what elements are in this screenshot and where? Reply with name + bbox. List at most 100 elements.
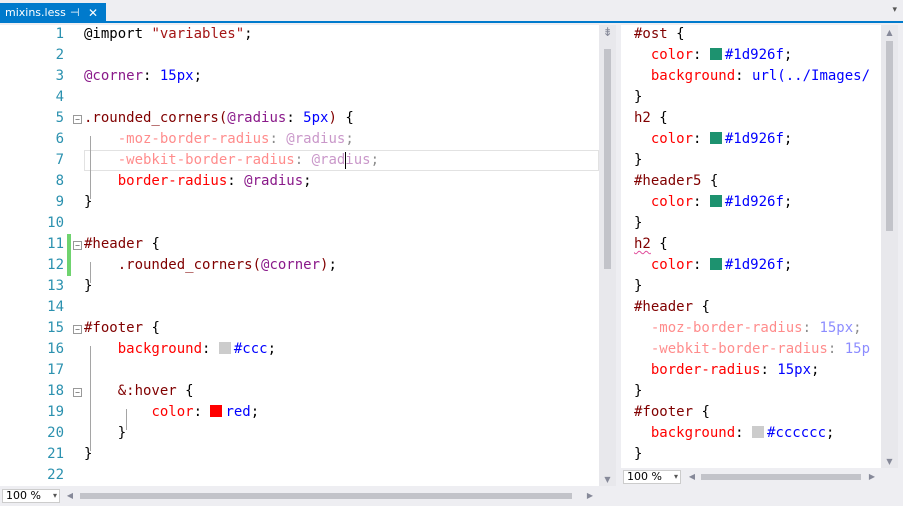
code-token: :: [693, 47, 710, 63]
chevron-down-icon: ▾: [52, 491, 57, 500]
code-line[interactable]: @corner: 15px;: [84, 66, 202, 87]
scroll-right-icon[interactable]: ▶: [867, 472, 877, 481]
code-token: "variables": [151, 26, 245, 42]
code-token: ;: [811, 362, 820, 378]
code-token: {: [143, 320, 160, 336]
code-token: color: [650, 194, 694, 210]
splitter-handle-icon[interactable]: ⇟: [599, 25, 616, 39]
code-token: @radius: [286, 131, 346, 147]
code-token: 15px: [777, 362, 812, 378]
code-line[interactable]: }: [84, 192, 92, 213]
output-line[interactable]: border-radius: 15px;: [634, 360, 820, 381]
code-token: {: [701, 173, 719, 189]
code-line[interactable]: #footer {: [84, 318, 160, 339]
css-preview[interactable]: #ost { color: #1d926f; background: url(.…: [621, 25, 881, 468]
collapse-icon[interactable]: −: [73, 325, 82, 334]
code-line[interactable]: }: [84, 444, 92, 465]
tab-mixins-less[interactable]: mixins.less ⊣ ✕: [0, 3, 106, 23]
scroll-thumb[interactable]: [886, 41, 893, 231]
output-line[interactable]: h2 {: [634, 108, 668, 129]
code-token: :: [693, 257, 710, 273]
code-token: #1d926f: [724, 47, 784, 63]
code-token: {: [693, 404, 710, 420]
code-line[interactable]: -webkit-border-radius: @radius;: [84, 150, 379, 171]
scroll-down-icon[interactable]: ▼: [881, 457, 898, 466]
right-vertical-scrollbar[interactable]: ▲ ▼: [881, 25, 898, 468]
code-line[interactable]: @import "variables";: [84, 25, 253, 45]
code-token: ;: [345, 131, 354, 147]
scroll-left-icon[interactable]: ◀: [687, 472, 697, 481]
code-token: :: [143, 68, 160, 84]
code-token: @radius: [311, 152, 371, 168]
code-line[interactable]: .rounded_corners(@corner);: [84, 255, 337, 276]
line-number: 7: [55, 152, 64, 168]
code-line[interactable]: }: [84, 276, 92, 297]
code-token: ;: [244, 26, 253, 42]
code-token: ;: [783, 131, 793, 147]
output-line[interactable]: h2 {: [634, 234, 668, 255]
code-line[interactable]: #header {: [84, 234, 160, 255]
code-line[interactable]: background: #ccc;: [84, 339, 276, 360]
code-token: }: [634, 215, 643, 231]
close-icon[interactable]: ✕: [88, 3, 98, 23]
left-vertical-scrollbar[interactable]: ⇟ ▼: [599, 25, 616, 486]
line-number: 4: [55, 89, 64, 105]
collapse-icon[interactable]: −: [73, 388, 82, 397]
horizontal-scroll-thumb[interactable]: [701, 474, 861, 480]
output-line[interactable]: #footer {: [634, 402, 710, 423]
output-line[interactable]: }: [634, 276, 642, 297]
output-line[interactable]: color: #1d926f;: [634, 129, 792, 150]
collapse-icon[interactable]: −: [73, 115, 82, 124]
code-token: {: [176, 383, 194, 399]
code-token: -webkit-border-radius: [650, 341, 828, 357]
scroll-left-icon[interactable]: ◀: [65, 491, 75, 500]
code-token: @import: [84, 26, 152, 42]
code-token: #header: [634, 299, 694, 315]
code-token: ;: [826, 425, 835, 441]
pin-icon[interactable]: ⊣: [70, 3, 80, 23]
code-line[interactable]: }: [84, 423, 126, 444]
output-line[interactable]: }: [634, 150, 642, 171]
chevron-down-icon[interactable]: ▾: [892, 5, 897, 15]
output-line[interactable]: color: #1d926f;: [634, 192, 792, 213]
code-line[interactable]: border-radius: @radius;: [84, 171, 312, 192]
output-line[interactable]: #ost {: [634, 25, 685, 45]
code-token: }: [634, 446, 643, 462]
output-line[interactable]: }: [634, 87, 642, 108]
color-swatch: [709, 195, 722, 207]
output-line[interactable]: }: [634, 381, 642, 402]
zoom-select[interactable]: 100 % ▾: [623, 470, 681, 484]
output-line[interactable]: }: [634, 444, 642, 465]
zoom-select[interactable]: 100 % ▾: [2, 489, 60, 503]
scroll-down-icon[interactable]: ▼: [599, 475, 616, 484]
line-number: 6: [55, 131, 64, 147]
code-line[interactable]: &:hover {: [84, 381, 194, 402]
output-line[interactable]: background: url(../Images/: [634, 66, 870, 87]
output-line[interactable]: color: #1d926f;: [634, 255, 792, 276]
output-line[interactable]: -webkit-border-radius: 15p: [634, 339, 870, 360]
scroll-right-icon[interactable]: ▶: [585, 491, 595, 500]
output-line[interactable]: #header {: [634, 297, 710, 318]
scroll-up-icon[interactable]: ▲: [881, 28, 898, 37]
line-number: 18: [47, 383, 64, 399]
output-line[interactable]: background: #cccccc;: [634, 423, 835, 444]
code-token: border-radius: [117, 173, 228, 189]
code-token: ;: [328, 257, 337, 273]
output-line[interactable]: }: [634, 213, 642, 234]
output-line[interactable]: #header5 {: [634, 171, 718, 192]
code-line[interactable]: -moz-border-radius: @radius;: [84, 129, 354, 150]
code-line[interactable]: color: red;: [84, 402, 259, 423]
horizontal-scroll-thumb[interactable]: [80, 493, 572, 499]
less-editor[interactable]: − − − − 1 2 3 4 5 6 7 8 9 10 11 12 13 14 15 16 17 18 19 20 2…: [0, 25, 599, 486]
output-line[interactable]: -moz-border-radius: 15px;: [634, 318, 862, 339]
code-line[interactable]: .rounded_corners(@radius: 5px) {: [84, 108, 354, 129]
scroll-thumb[interactable]: [604, 49, 611, 269]
output-line[interactable]: color: #1d926f;: [634, 45, 792, 66]
collapse-icon[interactable]: −: [73, 241, 82, 250]
